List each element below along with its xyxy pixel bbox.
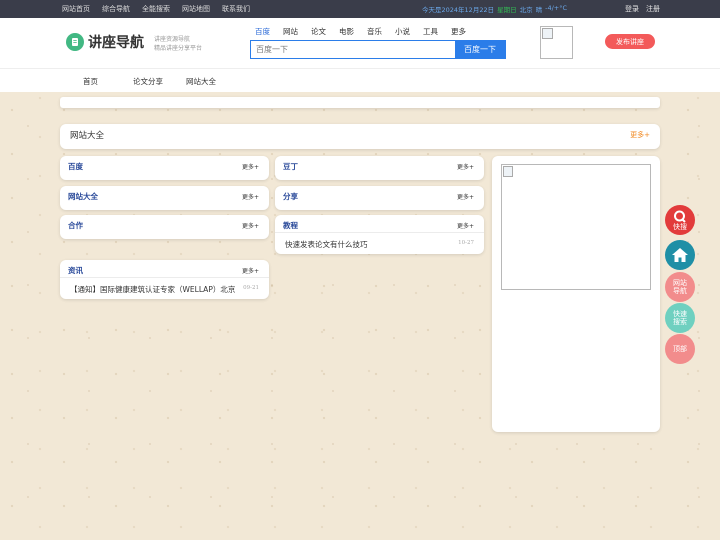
box-hezuo: 合作 更多+ (60, 215, 269, 239)
fast-search-label-2: 搜索 (673, 318, 687, 326)
box-title[interactable]: 教程 (283, 220, 298, 231)
temp-text: -4/+°C (545, 4, 567, 12)
header: 讲座导航 讲座资源导航 精品讲座分享平台 百度 网站 论文 电影 音乐 小说 工… (0, 18, 720, 68)
list-item-date: 10-27 (458, 240, 474, 246)
top-bar: 网站首页 综合导航 全能搜索 网站地图 联系我们 今天是2024年12月22日 … (0, 0, 720, 18)
top-nav: 网站首页 综合导航 全能搜索 网站地图 联系我们 (62, 4, 250, 14)
logo-subtitle: 讲座资源导航 精品讲座分享平台 (154, 35, 202, 53)
top-nav-sitemap[interactable]: 网站地图 (182, 4, 210, 14)
logo-text[interactable]: 讲座导航 (88, 32, 144, 52)
box-title[interactable]: 合作 (68, 220, 83, 231)
back-to-top-button[interactable]: 顶部 (665, 334, 695, 364)
home-icon (672, 248, 688, 262)
box-baidu: 百度 更多+ (60, 156, 269, 180)
list-item-date: 09-21 (243, 285, 259, 291)
back-to-top-label: 顶部 (673, 345, 687, 353)
more-link[interactable]: 更多+ (242, 162, 259, 171)
city-text: 北京 (519, 6, 533, 14)
register-link[interactable]: 注册 (646, 4, 660, 14)
box-title[interactable]: 网站大全 (68, 191, 98, 202)
logo-icon[interactable] (66, 33, 84, 51)
more-link[interactable]: 更多+ (457, 192, 474, 201)
more-link[interactable]: 更多+ (457, 162, 474, 171)
logo-subtitle-line1: 讲座资源导航 (154, 36, 191, 43)
date-text: 今天是2024年12月22日 (422, 6, 495, 14)
box-title[interactable]: 百度 (68, 161, 83, 172)
more-link[interactable]: 更多+ (242, 266, 259, 275)
top-nav-contact[interactable]: 联系我们 (222, 4, 250, 14)
box-ding: 豆丁 更多+ (275, 156, 484, 180)
site-nav-label-1: 网站 (673, 279, 687, 287)
section-title: 网站大全 (70, 131, 105, 141)
weekday-text: 星期日 (497, 6, 517, 14)
box-title[interactable]: 资讯 (68, 265, 83, 276)
sidebar-panel (492, 156, 660, 432)
quick-search-button[interactable]: 快搜 (665, 205, 695, 235)
publish-button[interactable]: 发布讲座 (605, 34, 655, 49)
date-weather: 今天是2024年12月22日 星期日 北京 晴 -4/+°C (422, 4, 567, 14)
fast-search-label-1: 快速 (673, 310, 687, 318)
box-wangzhan: 网站大全 更多+ (60, 186, 269, 210)
auth-links: 登录 注册 (625, 4, 660, 14)
search-tab-paper[interactable]: 论文 (311, 26, 326, 37)
header-image (540, 26, 573, 59)
main-nav-sites[interactable]: 网站大全 (186, 76, 216, 87)
box-title[interactable]: 豆丁 (283, 161, 298, 172)
box-zixun: 资讯 更多+ 【通知】国际健康建筑认证专家（WELLAP）北京 09-21 (60, 260, 269, 299)
list-item[interactable]: 【通知】国际健康建筑认证专家（WELLAP）北京 (70, 284, 235, 295)
quick-search-label: 快搜 (673, 222, 687, 231)
more-link[interactable]: 更多+ (242, 221, 259, 230)
search-button[interactable]: 百度一下 (455, 41, 505, 58)
sidebar-image (501, 164, 651, 290)
fast-search-button[interactable]: 快速 搜索 (665, 303, 695, 333)
main-nav: 首页 论文分享 网站大全 (0, 68, 720, 92)
box-title[interactable]: 分享 (283, 191, 298, 202)
list-item[interactable]: 快速发表论文有什么技巧 (285, 239, 368, 250)
search-q-icon (674, 210, 686, 223)
main-nav-home[interactable]: 首页 (83, 76, 98, 87)
site-nav-button[interactable]: 网站 导航 (665, 272, 695, 302)
box-jiaocheng: 教程 更多+ 快速发表论文有什么技巧 10-27 (275, 215, 484, 254)
logo-subtitle-line2: 精品讲座分享平台 (154, 45, 203, 52)
box-fenxiang: 分享 更多+ (275, 186, 484, 210)
search-tabs: 百度 网站 论文 电影 音乐 小说 工具 更多 (255, 26, 466, 37)
more-link[interactable]: 更多+ (457, 221, 474, 230)
section-header: 网站大全 更多+ (60, 124, 660, 149)
search-box: 百度一下 (250, 40, 506, 59)
more-link[interactable]: 更多+ (242, 192, 259, 201)
home-button[interactable] (665, 240, 695, 270)
search-tab-site[interactable]: 网站 (283, 26, 298, 37)
top-nav-search[interactable]: 全能搜索 (142, 4, 170, 14)
divider (60, 277, 269, 278)
top-nav-general[interactable]: 综合导航 (102, 4, 130, 14)
top-nav-home[interactable]: 网站首页 (62, 4, 90, 14)
main-nav-papers[interactable]: 论文分享 (133, 76, 163, 87)
login-link[interactable]: 登录 (625, 4, 639, 14)
search-tab-novel[interactable]: 小说 (395, 26, 410, 37)
search-tab-more[interactable]: 更多 (451, 26, 466, 37)
search-tab-tools[interactable]: 工具 (423, 26, 438, 37)
search-tab-baidu[interactable]: 百度 (255, 26, 270, 37)
weather-text: 晴 (535, 6, 543, 14)
divider (275, 232, 484, 233)
notice-strip (60, 97, 660, 108)
section-more-link[interactable]: 更多+ (630, 130, 650, 140)
search-tab-movie[interactable]: 电影 (339, 26, 354, 37)
site-nav-label-2: 导航 (673, 287, 687, 295)
search-input[interactable] (251, 41, 455, 58)
search-tab-music[interactable]: 音乐 (367, 26, 382, 37)
